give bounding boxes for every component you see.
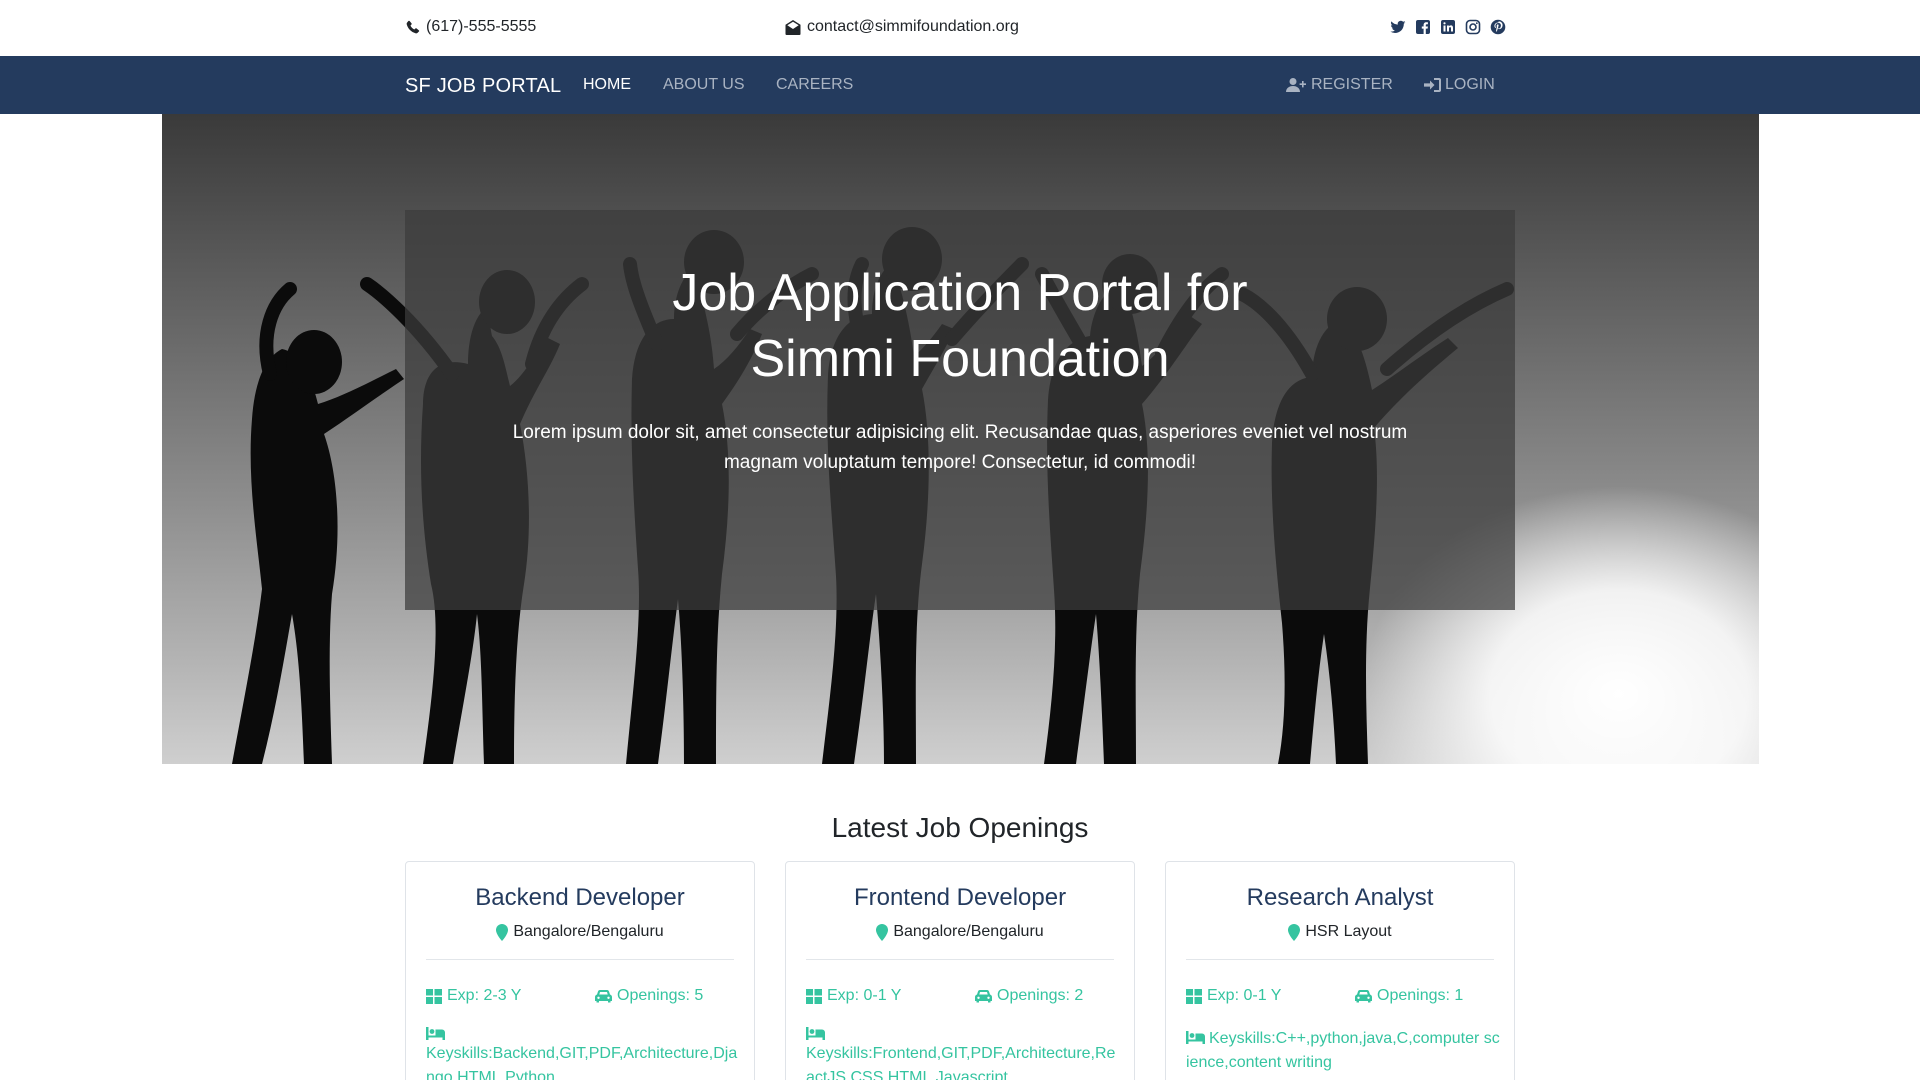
job-title[interactable]: Research Analyst (1166, 884, 1514, 912)
hero-description: Lorem ipsum dolor sit, amet consectetur … (512, 422, 1408, 473)
job-experience-text: Exp: 2-3 Y (447, 987, 522, 1004)
bed-icon (1186, 1031, 1205, 1044)
job-location: Bangalore/Bengaluru (406, 923, 754, 941)
job-experience-text: Exp: 0-1 Y (827, 987, 902, 1004)
job-openings-text: Openings: 5 (617, 987, 704, 1004)
hero-title-line-1: Job Application Portal for (672, 264, 1248, 322)
sign-in-icon (1424, 78, 1441, 92)
hero-title-line-2: Simmi Foundation (750, 330, 1170, 388)
car-icon (1355, 989, 1372, 1002)
job-experience-text: Exp: 0-1 Y (1207, 987, 1282, 1004)
job-keyskills: Keyskills:C++,python,java,C,computer sci… (1186, 1027, 1502, 1075)
login-link[interactable]: LOGIN (1424, 76, 1495, 94)
brand-logo[interactable]: SF JOB PORTAL (405, 75, 561, 98)
twitter-icon[interactable] (1390, 19, 1406, 35)
map-marker-icon (1288, 923, 1301, 941)
email-contact[interactable]: contact@simmifoundation.org (785, 18, 1019, 36)
email-address: contact@simmifoundation.org (807, 18, 1019, 35)
user-plus-icon (1286, 78, 1306, 92)
car-icon (595, 989, 612, 1002)
instagram-icon[interactable] (1465, 19, 1481, 35)
nav-home[interactable]: HOME (583, 76, 631, 94)
job-openings-text: Openings: 1 (1377, 987, 1464, 1004)
phone-contact[interactable]: (617)-555-5555 (405, 18, 536, 36)
bed-icon (426, 1027, 445, 1040)
job-card-research-analyst[interactable]: Research Analyst HSR Layout Exp: 0-1 Y O… (1165, 861, 1515, 1080)
register-link[interactable]: REGISTER (1286, 76, 1393, 94)
linkedin-icon[interactable] (1440, 19, 1456, 35)
hero-banner: Job Application Portal for Simmi Foundat… (162, 114, 1759, 764)
job-keyskills-text: Keyskills:Frontend,GIT,PDF,Architecture,… (806, 1045, 1116, 1080)
job-location-text: Bangalore/Bengaluru (893, 923, 1044, 940)
job-openings: Openings: 1 (1355, 987, 1463, 1005)
map-marker-icon (496, 923, 509, 941)
job-experience: Exp: 0-1 Y (806, 987, 901, 1005)
envelope-open-icon (785, 19, 801, 35)
register-label: REGISTER (1311, 76, 1393, 93)
job-title[interactable]: Backend Developer (406, 884, 754, 912)
main-navbar: SF JOB PORTAL HOME ABOUT US CAREERS REGI… (0, 56, 1920, 114)
bed-icon (806, 1027, 825, 1040)
job-location: Bangalore/Bengaluru (786, 923, 1134, 941)
job-openings-text: Openings: 2 (997, 987, 1084, 1004)
job-experience: Exp: 2-3 Y (426, 987, 521, 1005)
job-keyskills: Keyskills:Frontend,GIT,PDF,Architecture,… (806, 1027, 1122, 1080)
contact-bar: (617)-555-5555 contact@simmifoundation.o… (0, 0, 1920, 56)
job-location-text: Bangalore/Bengaluru (513, 923, 664, 940)
hero-overlay-box: Job Application Portal for Simmi Foundat… (405, 210, 1515, 610)
job-keyskills-text: Keyskills:C++,python,java,C,computer sci… (1186, 1030, 1500, 1071)
hero-title: Job Application Portal for Simmi Foundat… (405, 260, 1515, 392)
job-experience: Exp: 0-1 Y (1186, 987, 1281, 1005)
grid-icon (1186, 988, 1202, 1004)
job-location-text: HSR Layout (1305, 923, 1392, 940)
job-card-frontend-developer[interactable]: Frontend Developer Bangalore/Bengaluru E… (785, 861, 1135, 1080)
social-links (1390, 19, 1506, 35)
job-keyskills-text: Keyskills:Backend,GIT,PDF,Architecture,D… (426, 1045, 738, 1080)
job-openings: Openings: 2 (975, 987, 1083, 1005)
nav-about-us[interactable]: ABOUT US (663, 76, 745, 94)
map-marker-icon (876, 923, 889, 941)
facebook-icon[interactable] (1415, 19, 1431, 35)
grid-icon (806, 988, 822, 1004)
pinterest-icon[interactable] (1490, 19, 1506, 35)
phone-number: (617)-555-5555 (426, 18, 537, 35)
car-icon (975, 989, 992, 1002)
card-divider (1186, 959, 1494, 960)
job-keyskills: Keyskills:Backend,GIT,PDF,Architecture,D… (426, 1027, 742, 1080)
job-card-backend-developer[interactable]: Backend Developer Bangalore/Bengaluru Ex… (405, 861, 755, 1080)
grid-icon (426, 988, 442, 1004)
latest-openings-title: Latest Job Openings (831, 812, 1089, 843)
job-location: HSR Layout (1166, 923, 1514, 941)
phone-icon (406, 20, 420, 33)
nav-careers[interactable]: CAREERS (776, 76, 853, 94)
card-divider (426, 959, 734, 960)
login-label: LOGIN (1445, 76, 1495, 93)
job-openings: Openings: 5 (595, 987, 703, 1005)
job-title[interactable]: Frontend Developer (786, 884, 1134, 912)
card-divider (806, 959, 1114, 960)
